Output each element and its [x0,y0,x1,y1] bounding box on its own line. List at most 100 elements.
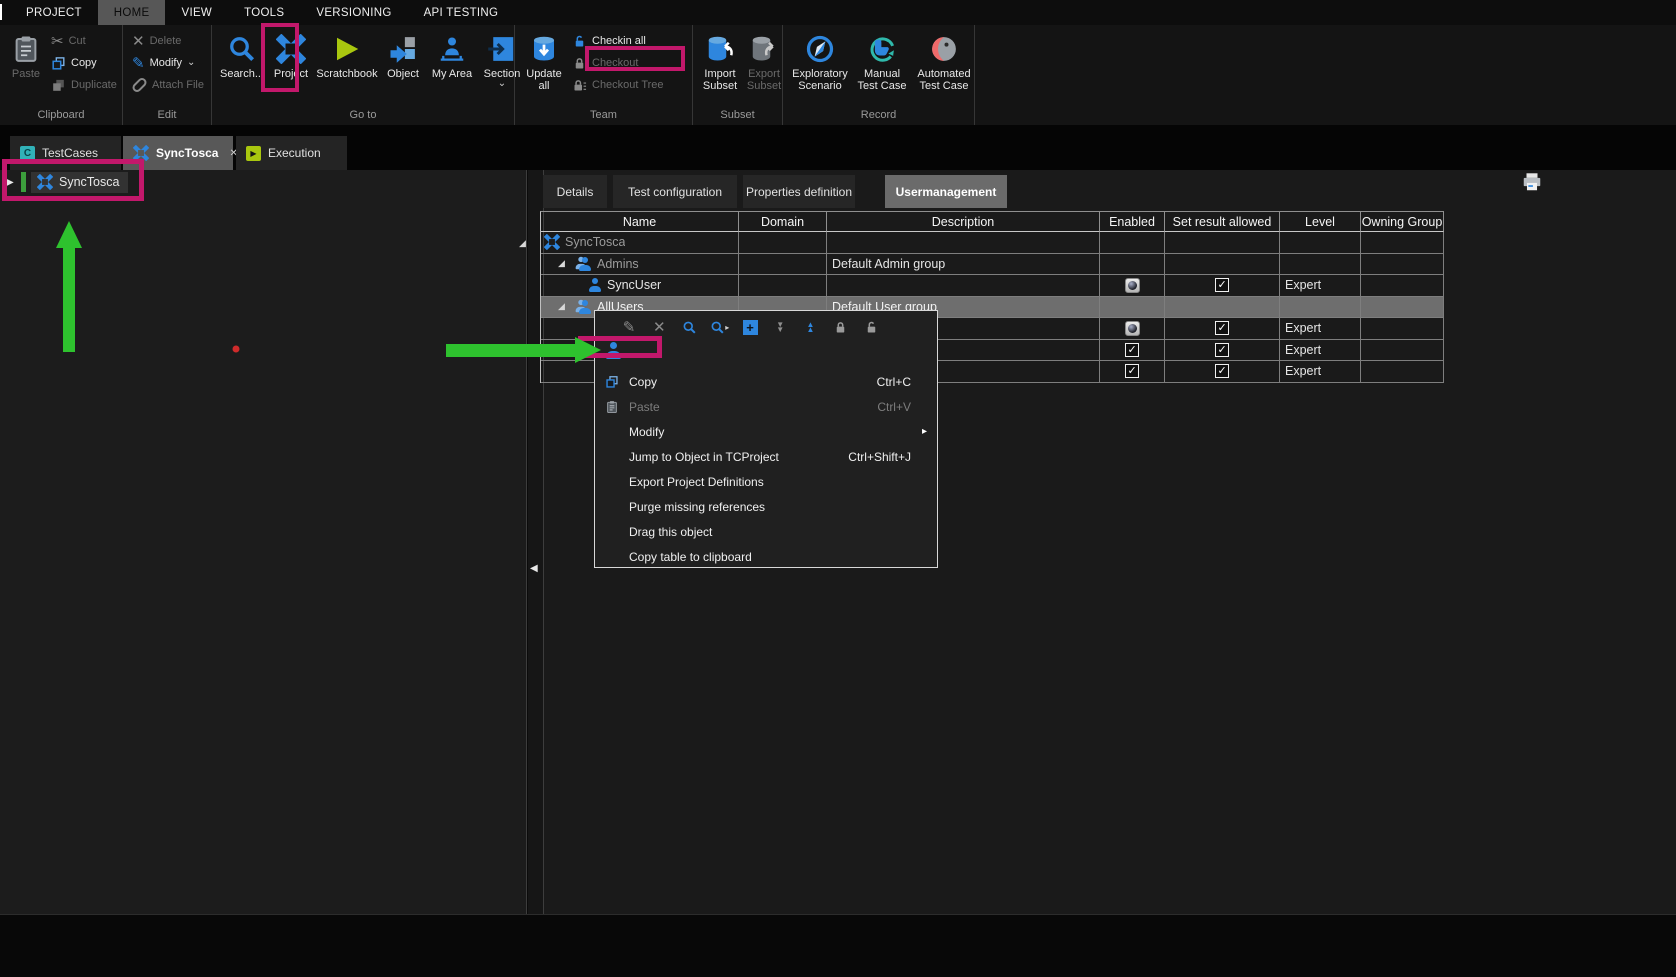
project-button[interactable]: Project [268,28,314,80]
expander-expanded-icon[interactable] [558,259,569,268]
menu-home[interactable]: HOME [98,0,166,25]
expander-collapsed-icon[interactable]: ▶ [6,177,16,188]
tree-item-label: SyncTosca [59,175,119,189]
column-header-name[interactable]: Name [541,212,739,232]
my-area-button[interactable]: My Area [428,28,476,80]
object-button[interactable]: Object [380,28,426,80]
tab-execution[interactable]: ▶ Execution [236,136,347,170]
search-icon[interactable] [680,320,700,335]
automated-test-case-button[interactable]: Automated Test Case [913,28,975,92]
section-icon [487,30,517,68]
table-cell-level [1280,254,1361,276]
set-result-checkbox[interactable] [1215,364,1229,378]
menu-item-purge-missing-references[interactable]: Purge missing references [595,494,937,519]
print-button[interactable] [1518,169,1546,195]
modify-button[interactable]: ✎Modify⌄ [129,52,207,74]
menu-item-jump-to-object[interactable]: Jump to Object in TCProject Ctrl+Shift+J [595,444,937,469]
collapse-all-icon[interactable] [770,322,790,333]
search-button[interactable]: Search... [218,28,266,80]
copy-button[interactable]: Copy [48,52,120,74]
enabled-checkbox[interactable] [1125,343,1139,357]
exploratory-scenario-button[interactable]: Exploratory Scenario [789,28,851,92]
context-menu-toolbar: ✎ ✕ ▸ [619,315,881,339]
attach-file-button[interactable]: Attach File [129,74,207,96]
menu-item-paste[interactable]: Paste Ctrl+V [595,394,937,419]
delete-button[interactable]: ✕Delete [129,30,207,52]
expand-all-icon[interactable] [740,320,760,335]
menu-view[interactable]: VIEW [165,0,228,25]
column-header-set-result-allowed[interactable]: Set result allowed [1165,212,1280,232]
project-tree-panel [0,170,527,914]
enabled-checkbox[interactable] [1125,364,1139,378]
tosca-project-icon [133,145,149,161]
update-all-button[interactable]: Update all [521,28,567,92]
menu-item-export-project-definitions[interactable]: Export Project Definitions [595,469,937,494]
bottom-strip [0,914,1676,977]
menu-versioning[interactable]: VERSIONING [300,0,407,25]
lock-icon[interactable] [831,320,851,335]
tree-item-synctosca[interactable]: ▶ SyncTosca [6,171,128,193]
duplicate-button[interactable]: Duplicate [48,74,120,96]
tab-properties-definition[interactable]: Properties definition [743,175,855,208]
document-tabstrip: C TestCases SyncTosca ✕ ▶ Execution [0,125,1676,170]
menu-item-modify[interactable]: Modify ▸ [595,419,937,444]
menu-project[interactable]: PROJECT [10,0,98,25]
menu-item-drag-this-object[interactable]: Drag this object [595,519,937,544]
expander-expanded-icon[interactable] [519,239,530,248]
menubar: PROJECT HOME VIEW TOOLS VERSIONING API T… [0,0,1676,25]
export-subset-button[interactable]: Export Subset [743,28,785,92]
edit-icon[interactable]: ✎ [619,320,639,335]
window-accent [0,4,2,20]
tab-testcases[interactable]: C TestCases [10,136,121,170]
tab-synctosca[interactable]: SyncTosca ✕ [123,136,233,170]
table-row-name[interactable]: Admins [541,254,739,276]
column-header-enabled[interactable]: Enabled [1100,212,1165,232]
cut-button[interactable]: ✂Cut [48,30,120,52]
set-result-checkbox[interactable] [1215,278,1229,292]
set-result-checkbox[interactable] [1215,321,1229,335]
checkout-button[interactable]: Checkout [569,52,688,74]
column-header-domain[interactable]: Domain [739,212,827,232]
scratchbook-button[interactable]: Scratchbook [316,28,378,80]
table-cell-set-result [1165,275,1280,297]
expander-expanded-icon[interactable] [558,302,569,311]
tab-usermanagement[interactable]: Usermanagement [885,175,1007,208]
manual-test-case-button[interactable]: Manual Test Case [853,28,911,92]
delete-x-icon[interactable]: ✕ [649,320,669,335]
play-icon [332,30,362,68]
table-cell-owning-group [1361,340,1444,362]
enabled-checkbox[interactable] [1125,278,1140,293]
delete-x-icon: ✕ [132,34,145,49]
checkout-tree-button[interactable]: Checkout Tree [569,74,688,96]
table-row-name[interactable]: SyncTosca [541,232,739,254]
tab-test-configuration[interactable]: Test configuration [613,175,737,208]
menu-api-testing[interactable]: API TESTING [408,0,515,25]
set-result-checkbox[interactable] [1215,343,1229,357]
expand-up-icon[interactable] [801,322,821,333]
table-cell-domain [739,254,827,276]
update-all-icon [529,30,559,68]
unlock-icon[interactable] [861,320,881,335]
search-advanced-icon[interactable]: ▸ [710,320,730,335]
checkin-status-bar [21,172,26,192]
import-subset-button[interactable]: Import Subset [699,28,741,92]
menu-item-copy-table-to-clipboard[interactable]: Copy table to clipboard [595,544,937,569]
checkin-all-button[interactable]: Checkin all [569,30,688,52]
table-cell-owning-group [1361,275,1444,297]
ribbon-group-edit: ✕Delete ✎Modify⌄ Attach File Edit [123,25,212,125]
column-header-description[interactable]: Description [827,212,1100,232]
table-row-name[interactable]: SyncUser [541,275,739,297]
enabled-checkbox[interactable] [1125,321,1140,336]
splitter-collapse-handle[interactable]: ◀ [530,563,538,574]
tab-details[interactable]: Details [543,175,607,208]
menu-item-copy[interactable]: Copy Ctrl+C [595,369,937,394]
create-user-icon[interactable] [605,342,622,359]
column-header-level[interactable]: Level [1280,212,1361,232]
table-cell-owning-group [1361,254,1444,276]
paste-button[interactable]: Paste [6,28,46,80]
printer-icon [1521,171,1543,193]
column-header-owning-group[interactable]: Owning Group [1361,212,1444,232]
menu-tools[interactable]: TOOLS [228,0,300,25]
table-cell-owning-group [1361,318,1444,340]
table-cell-level [1280,232,1361,254]
